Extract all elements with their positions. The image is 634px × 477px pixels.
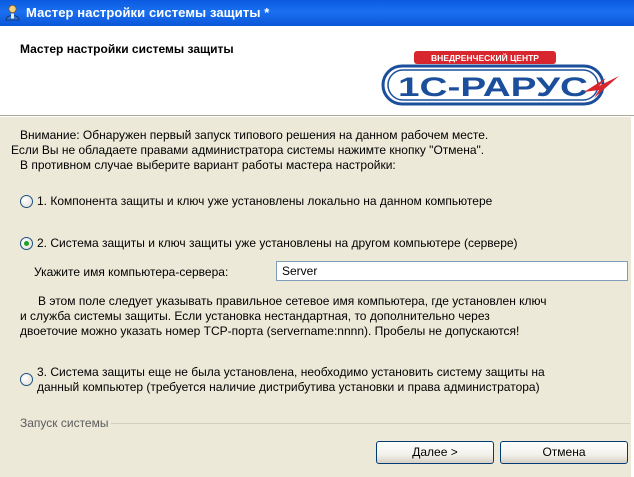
option-3-label-line-2[interactable]: данный компьютер (требуется наличие дист… (37, 380, 540, 394)
option-1-radio[interactable] (20, 195, 33, 208)
logo-wordmark: 1С-РАРУС (398, 72, 588, 102)
wizard-body: Внимание: Обнаружен первый запуск типово… (0, 117, 634, 477)
option-2-label[interactable]: 2. Система защиты и ключ защиты уже уста… (37, 236, 518, 250)
cancel-button[interactable]: Отмена (500, 441, 628, 464)
option-3-label-line-1[interactable]: 3. Система защиты еще не была установлен… (37, 365, 545, 379)
launch-group-label: Запуск системы (20, 416, 112, 430)
server-name-input[interactable] (276, 261, 628, 281)
next-button[interactable]: Далее > (376, 441, 494, 464)
option-3-radio[interactable] (20, 373, 33, 386)
intro-line-2: Если Вы не обладаете правами администрат… (11, 143, 485, 157)
option-2-radio[interactable] (20, 237, 33, 250)
launch-group-divider (110, 423, 630, 424)
wizard-app-icon (5, 5, 20, 21)
company-logo: ВНЕДРЕНЧЕСКИЙ ЦЕНТР 1С-РАРУС (381, 51, 619, 106)
server-help-line-2: и служба системы защиты. Если установка … (20, 309, 490, 323)
window-titlebar[interactable]: Мастер настройки системы защиты * (0, 0, 634, 26)
window-title: Мастер настройки системы защиты * (26, 5, 270, 20)
option-1-label[interactable]: 1. Компонента защиты и ключ уже установл… (37, 194, 492, 208)
wizard-header: Мастер настройки системы защиты ВНЕДРЕНЧ… (0, 26, 634, 115)
intro-line-1: Внимание: Обнаружен первый запуск типово… (20, 128, 489, 142)
server-help-line-1: В этом поле следует указывать правильное… (38, 294, 547, 308)
logo-badge-text: ВНЕДРЕНЧЕСКИЙ ЦЕНТР (431, 52, 539, 63)
intro-line-3: В противном случае выберите вариант рабо… (20, 158, 396, 172)
server-help-line-3: двоеточие можно указать номер TCP-порта … (20, 324, 520, 338)
server-name-label: Укажите имя компьютера-сервера: (34, 265, 229, 279)
wizard-heading: Мастер настройки системы защиты (20, 42, 234, 56)
